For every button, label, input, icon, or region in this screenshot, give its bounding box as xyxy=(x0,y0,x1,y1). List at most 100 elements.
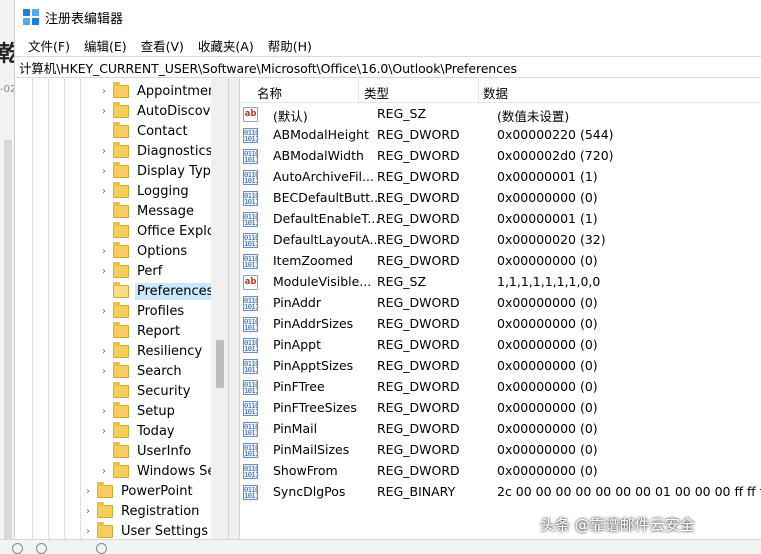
chevron-right-icon[interactable]: › xyxy=(99,306,109,317)
tree-item[interactable]: › Today xyxy=(99,421,177,441)
tree-scrollbar[interactable] xyxy=(211,79,228,539)
tree-item[interactable]: ›Report xyxy=(99,321,182,341)
tree-item-label: Profiles xyxy=(137,303,185,319)
binary-value-icon: 0110 1011 xyxy=(243,443,258,458)
title-bar[interactable]: 注册表编辑器 xyxy=(15,0,761,34)
value-row[interactable]: 0110 1011 PinAddrSizes REG_DWORD 0x00000000… xyxy=(240,314,761,335)
address-path[interactable]: 计算机\HKEY_CURRENT_USER\Software\Microsoft… xyxy=(19,58,517,77)
value-data: 0x00000220 (544) xyxy=(497,127,614,142)
value-row[interactable]: 0110 1011 PinAppt REG_DWORD 0x00000000 (0) xyxy=(240,335,761,356)
value-row[interactable]: 0110 1011 PinMailSizes REG_DWORD 0x00000000… xyxy=(240,440,761,461)
tree-item[interactable]: ›UserInfo xyxy=(99,441,193,461)
value-type: REG_DWORD xyxy=(377,463,460,478)
value-row[interactable]: 0110 1011 ShowFrom REG_DWORD 0x00000000 (0) xyxy=(240,461,761,482)
tree-item[interactable]: › AutoDiscover xyxy=(99,101,226,121)
value-type: REG_DWORD xyxy=(377,169,460,184)
value-data: 1,1,1,1,1,1,1,0,0 xyxy=(497,274,601,289)
chevron-right-icon[interactable]: › xyxy=(99,246,109,257)
tree-guide-line xyxy=(80,79,81,539)
tree-item[interactable]: › Registration xyxy=(83,501,201,521)
tree-item[interactable]: › Options xyxy=(99,241,189,261)
tree-item[interactable]: › Logging xyxy=(99,181,191,201)
chevron-right-icon[interactable]: › xyxy=(83,506,93,517)
value-row[interactable]: 0110 1011 DefaultEnableT... REG_DWORD 0x000… xyxy=(240,209,761,230)
value-row[interactable]: 0110 1011 ItemZoomed REG_DWORD 0x00000000 (… xyxy=(240,251,761,272)
chevron-right-icon[interactable]: › xyxy=(99,366,109,377)
value-row[interactable]: 0110 1011 PinMail REG_DWORD 0x00000000 (0) xyxy=(240,419,761,440)
folder-icon xyxy=(97,521,113,538)
tree-item[interactable]: › Diagnostics xyxy=(99,141,214,161)
chevron-right-icon[interactable]: › xyxy=(99,346,109,357)
value-row[interactable]: 0110 1011 BECDefaultButt... REG_DWORD 0x000… xyxy=(240,188,761,209)
chevron-right-icon[interactable]: › xyxy=(99,186,109,197)
menu-file[interactable]: 文件(F) xyxy=(21,36,77,55)
value-row[interactable]: 0110 1011 DefaultLayoutA... REG_DWORD 0x000… xyxy=(240,230,761,251)
chevron-right-icon[interactable]: › xyxy=(99,166,109,177)
value-row[interactable]: 0110 1011 PinFTree REG_DWORD 0x00000000 (0) xyxy=(240,377,761,398)
tree-item[interactable]: › Setup xyxy=(99,401,177,421)
tree-item[interactable]: › Profiles xyxy=(99,301,186,321)
tree-item[interactable]: ›Windows Search xyxy=(99,461,228,481)
value-row[interactable]: ab ModuleVisible... REG_SZ 1,1,1,1,1,1,1,0,… xyxy=(240,272,761,293)
column-header-data[interactable]: 数据 xyxy=(483,83,508,102)
tree-item[interactable]: ›Message xyxy=(99,201,196,221)
menu-bar: 文件(F) 编辑(E) 查看(V) 收藏夹(A) 帮助(H) xyxy=(15,34,761,56)
value-row[interactable]: 0110 1011 PinApptSizes REG_DWORD 0x00000000… xyxy=(240,356,761,377)
tree-scrollbar-thumb[interactable] xyxy=(216,340,224,388)
chevron-right-icon[interactable]: › xyxy=(83,486,93,497)
folder-icon xyxy=(113,321,129,338)
value-row[interactable]: 0110 1011 AutoArchiveFil... REG_DWORD 0x000… xyxy=(240,167,761,188)
binary-value-icon: 0110 1011 xyxy=(243,317,258,332)
value-row[interactable]: ab (默认) REG_SZ (数值未设置) xyxy=(240,104,761,125)
menu-view[interactable]: 查看(V) xyxy=(134,36,191,55)
folder-icon xyxy=(113,461,129,478)
tree-item[interactable]: › Appointment xyxy=(99,81,223,101)
binary-value-icon: 0110 1011 xyxy=(243,128,258,143)
value-data: 0x000002d0 (720) xyxy=(497,148,614,163)
value-name: PinFTreeSizes xyxy=(273,400,357,415)
value-row[interactable]: 0110 1011 PinAddr REG_DWORD 0x00000000 (0) xyxy=(240,293,761,314)
column-divider[interactable] xyxy=(478,79,479,103)
chevron-right-icon[interactable]: › xyxy=(99,406,109,417)
folder-icon xyxy=(97,501,113,518)
tree-item[interactable]: ›Contact xyxy=(99,121,190,141)
tree-item[interactable]: › User Settings xyxy=(83,521,210,539)
tree-item[interactable]: › Search xyxy=(99,361,184,381)
value-row[interactable]: 0110 1011 PinFTreeSizes REG_DWORD 0x0000000… xyxy=(240,398,761,419)
tree-item[interactable]: ›Preferences xyxy=(99,281,216,301)
column-divider[interactable] xyxy=(358,79,359,103)
folder-icon xyxy=(113,361,129,378)
tree-item-label: Search xyxy=(137,363,182,379)
menu-help[interactable]: 帮助(H) xyxy=(261,36,319,55)
tree-item[interactable]: › Display Types xyxy=(99,161,228,181)
value-row[interactable]: 0110 1011 ABModalWidth REG_DWORD 0x000002d0… xyxy=(240,146,761,167)
tree-item[interactable]: › Perf xyxy=(99,261,164,281)
tree-item[interactable]: ›Security xyxy=(99,381,192,401)
tree-item[interactable]: › PowerPoint xyxy=(83,481,195,501)
pane-splitter[interactable] xyxy=(228,79,240,539)
value-row[interactable]: 0110 1011 ABModalHeight REG_DWORD 0x0000022… xyxy=(240,125,761,146)
value-name: PinFTree xyxy=(273,379,325,394)
value-type: REG_DWORD xyxy=(377,358,460,373)
registry-editor-window: 注册表编辑器 文件(F) 编辑(E) 查看(V) 收藏夹(A) 帮助(H) 计算… xyxy=(14,0,761,554)
value-row[interactable]: 0110 1011 SyncDlgPos REG_BINARY 2c 00 00 00… xyxy=(240,482,761,503)
chevron-right-icon[interactable]: › xyxy=(99,466,109,477)
value-type: REG_DWORD xyxy=(377,127,460,142)
value-name: DefaultLayoutA... xyxy=(273,232,382,247)
tree-item[interactable]: ›Office Explorer xyxy=(99,221,228,241)
value-data: 0x00000020 (32) xyxy=(497,232,606,247)
chevron-right-icon[interactable]: › xyxy=(99,266,109,277)
chevron-right-icon[interactable]: › xyxy=(83,526,93,537)
folder-icon xyxy=(113,261,129,278)
menu-favorites[interactable]: 收藏夹(A) xyxy=(191,36,261,55)
value-name: AutoArchiveFil... xyxy=(273,169,374,184)
chevron-right-icon[interactable]: › xyxy=(99,86,109,97)
column-header-name[interactable]: 名称 xyxy=(257,83,282,102)
chevron-right-icon[interactable]: › xyxy=(99,146,109,157)
chevron-right-icon[interactable]: › xyxy=(99,106,109,117)
address-bar[interactable]: 计算机\HKEY_CURRENT_USER\Software\Microsoft… xyxy=(15,56,761,78)
menu-edit[interactable]: 编辑(E) xyxy=(77,36,134,55)
column-header-type[interactable]: 类型 xyxy=(364,83,389,102)
tree-item[interactable]: › Resiliency xyxy=(99,341,204,361)
chevron-right-icon[interactable]: › xyxy=(99,426,109,437)
